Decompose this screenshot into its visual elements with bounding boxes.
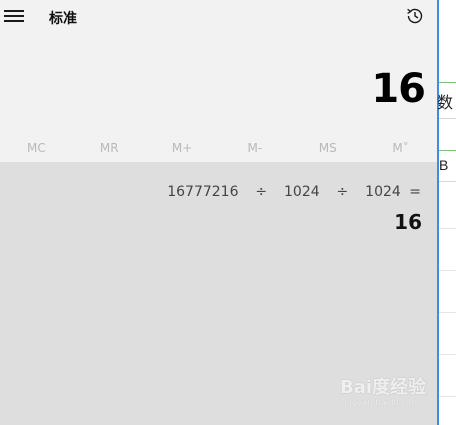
divider bbox=[439, 312, 456, 313]
history-result[interactable]: 16 bbox=[394, 210, 422, 234]
divider bbox=[439, 118, 456, 119]
divider bbox=[439, 270, 456, 271]
watermark-sub: jingyan.baidu.com bbox=[342, 398, 420, 407]
background-text: 数 bbox=[437, 93, 454, 112]
hamburger-menu-icon[interactable] bbox=[4, 9, 24, 23]
memory-store-button[interactable]: MS bbox=[291, 134, 364, 162]
title-bar: 标准 bbox=[0, 0, 437, 34]
divider bbox=[439, 181, 456, 182]
memory-clear-button[interactable]: MC bbox=[0, 134, 73, 162]
watermark-main: Bai度经验 bbox=[340, 377, 427, 398]
divider bbox=[439, 150, 456, 151]
calculator-window: 标准 16 MC MR M+ M- MS M˅ 16777216 ÷ 1024 … bbox=[0, 0, 437, 425]
divider bbox=[439, 228, 456, 229]
background-app: 数 B bbox=[437, 0, 456, 425]
mode-title: 标准 bbox=[49, 11, 77, 27]
memory-buttons-row: MC MR M+ M- MS M˅ bbox=[0, 134, 437, 162]
memory-add-button[interactable]: M+ bbox=[146, 134, 219, 162]
divider bbox=[439, 82, 456, 83]
memory-subtract-button[interactable]: M- bbox=[218, 134, 291, 162]
divider bbox=[439, 396, 456, 397]
watermark-logo: Bai度经验 jingyan.baidu.com bbox=[340, 373, 436, 413]
memory-list-button[interactable]: M˅ bbox=[364, 134, 437, 162]
screen: 标准 16 MC MR M+ M- MS M˅ 16777216 ÷ 1024 … bbox=[0, 0, 456, 425]
background-text: B bbox=[439, 157, 449, 173]
divider bbox=[439, 354, 456, 355]
history-icon[interactable] bbox=[404, 5, 426, 27]
history-expression[interactable]: 16777216 ÷ 1024 ÷ 1024 = bbox=[167, 184, 421, 200]
display-value: 16 bbox=[371, 66, 426, 112]
memory-recall-button[interactable]: MR bbox=[73, 134, 146, 162]
